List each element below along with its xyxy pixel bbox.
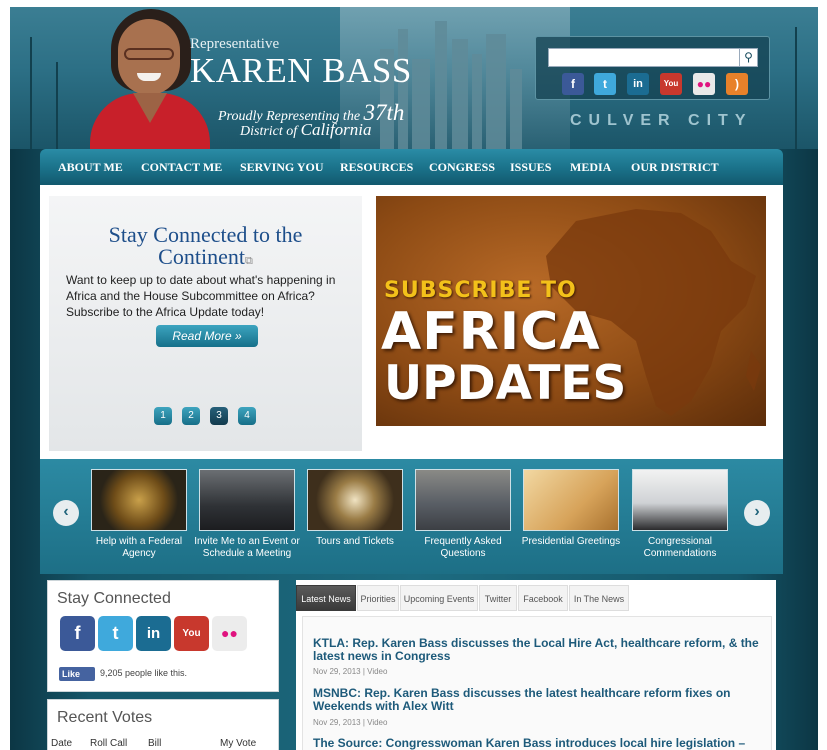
federal-seal-thumbnail[interactable]	[91, 469, 187, 531]
stay-connected-title: Stay Connected	[57, 590, 171, 607]
linkedin-icon[interactable]: in	[136, 616, 171, 651]
representative-name[interactable]: KAREN BASS	[190, 51, 412, 91]
read-more-button[interactable]: Read More »	[156, 325, 258, 347]
linkedin-icon[interactable]: in	[627, 73, 649, 95]
tab-upcoming-events[interactable]: Upcoming Events	[400, 585, 478, 611]
votes-column-bill: Bill	[148, 738, 162, 749]
facebook-like-button[interactable]: Like	[59, 667, 95, 681]
youtube-icon[interactable]: You	[174, 616, 209, 651]
africa-updates-banner[interactable]: SUBSCRIBE TO AFRICA UPDATES	[376, 196, 766, 426]
news-list: KTLA: Rep. Karen Bass discusses the Loca…	[302, 616, 772, 750]
votes-column-date: Date	[51, 738, 73, 749]
news-date: Nov 29, 2013	[313, 718, 361, 727]
search-icon[interactable]: ⚲	[739, 48, 758, 67]
tab-priorities[interactable]: Priorities	[357, 585, 399, 611]
nav-contact-me[interactable]: CONTACT ME	[141, 160, 222, 175]
news-headline[interactable]: KTLA: Rep. Karen Bass discusses the Loca…	[313, 637, 763, 663]
votes-column-roll-call: Roll Call	[90, 738, 128, 749]
tab-latest-news[interactable]: Latest News	[296, 585, 356, 611]
stay-connected-widget: Stay Connected f t in You ●● Like 9,205 …	[47, 580, 279, 692]
news-category[interactable]: Video	[367, 718, 387, 727]
news-headline[interactable]: MSNBC: Rep. Karen Bass discusses the lat…	[313, 687, 763, 713]
carousel-caption[interactable]: Congressional Commendations	[625, 536, 735, 560]
search-input[interactable]	[548, 48, 740, 67]
slide-page-3[interactable]: 3	[210, 407, 228, 425]
recent-votes-title: Recent Votes	[57, 709, 153, 726]
main-navigation: ABOUT ME CONTACT ME SERVING YOU RESOURCE…	[40, 149, 783, 185]
district-prefix: District of	[240, 124, 298, 139]
carousel-caption[interactable]: Frequently Asked Questions	[408, 536, 518, 560]
city-banner-text: CULVER CITY	[570, 112, 753, 129]
flickr-icon[interactable]: ●●	[693, 73, 715, 95]
slide-page-1[interactable]: 1	[154, 407, 172, 425]
banner-subscribe-text: SUBSCRIBE TO	[384, 278, 577, 303]
carousel-caption[interactable]: Tours and Tickets	[300, 536, 410, 548]
pen-and-paper-thumbnail[interactable]	[523, 469, 619, 531]
tab-twitter[interactable]: Twitter	[479, 585, 517, 611]
slide-page-2[interactable]: 2	[182, 407, 200, 425]
facebook-icon[interactable]: f	[562, 73, 584, 95]
page-frame: Representative KAREN BASS Proudly Repres…	[10, 7, 818, 750]
nav-about-me[interactable]: ABOUT ME	[58, 160, 123, 175]
news-date: Nov 29, 2013	[313, 667, 361, 676]
news-meta: Nov 29, 2013 | Video	[313, 718, 388, 727]
slide-page-4[interactable]: 4	[238, 407, 256, 425]
site-header: Representative KAREN BASS Proudly Repres…	[10, 7, 818, 149]
carousel-caption[interactable]: Help with a Federal Agency	[84, 536, 194, 560]
carousel-caption[interactable]: Presidential Greetings	[516, 536, 626, 548]
tab-facebook[interactable]: Facebook	[518, 585, 568, 611]
news-category[interactable]: Video	[367, 667, 387, 676]
carousel-prev-button[interactable]: ‹	[53, 500, 79, 526]
votes-column-my-vote: My Vote	[220, 738, 257, 749]
capitol-dome-thumbnail[interactable]	[307, 469, 403, 531]
youtube-icon[interactable]: You	[660, 73, 682, 95]
featured-slider: Stay Connected to the Continent⧉ Want to…	[40, 185, 783, 461]
nav-our-district[interactable]: OUR DISTRICT	[631, 160, 719, 175]
carousel-caption[interactable]: Invite Me to an Event or Schedule a Meet…	[192, 536, 302, 560]
tab-in-the-news[interactable]: In The News	[569, 585, 629, 611]
banner-africa-text: AFRICA	[381, 302, 601, 362]
nav-congress[interactable]: CONGRESS	[429, 160, 495, 175]
flickr-icon[interactable]: ●●	[212, 616, 247, 651]
quick-links-carousel: ‹ › Help with a Federal Agency Invite Me…	[40, 459, 783, 574]
district-line: District of California	[240, 120, 372, 140]
meeting-photo-thumbnail[interactable]	[415, 469, 511, 531]
facebook-icon[interactable]: f	[60, 616, 95, 651]
slide-title-line2: Continent	[158, 244, 245, 269]
slide-body: Want to keep up to date about what's hap…	[66, 273, 336, 319]
graduates-thumbnail[interactable]	[632, 469, 728, 531]
external-link-icon: ⧉	[244, 255, 253, 267]
twitter-icon[interactable]: t	[98, 616, 133, 651]
news-headline[interactable]: The Source: Congresswoman Karen Bass int…	[313, 737, 763, 750]
carousel-next-button[interactable]: ›	[744, 500, 770, 526]
event-photo-thumbnail[interactable]	[199, 469, 295, 531]
like-count: 9,205 people like this.	[100, 668, 188, 678]
nav-serving-you[interactable]: SERVING YOU	[240, 160, 323, 175]
banner-updates-text: UPDATES	[384, 356, 627, 411]
twitter-icon[interactable]: t	[594, 73, 616, 95]
district-state: California	[300, 120, 372, 139]
nav-resources[interactable]: RESOURCES	[340, 160, 413, 175]
slide-title[interactable]: Stay Connected to the Continent⧉	[49, 224, 362, 272]
rss-icon[interactable]: )	[726, 73, 748, 95]
news-tabs-widget: Latest News Priorities Upcoming Events T…	[296, 580, 776, 750]
slide-text-panel: Stay Connected to the Continent⧉ Want to…	[49, 196, 362, 451]
nav-media[interactable]: MEDIA	[570, 160, 611, 175]
recent-votes-widget: Recent Votes Date Roll Call Bill My Vote	[47, 699, 279, 750]
like-label: Like	[62, 669, 81, 679]
news-meta: Nov 29, 2013 | Video	[313, 667, 388, 676]
nav-issues[interactable]: ISSUES	[510, 160, 551, 175]
search-social-panel: ⚲ f t in You ●● )	[535, 36, 770, 100]
